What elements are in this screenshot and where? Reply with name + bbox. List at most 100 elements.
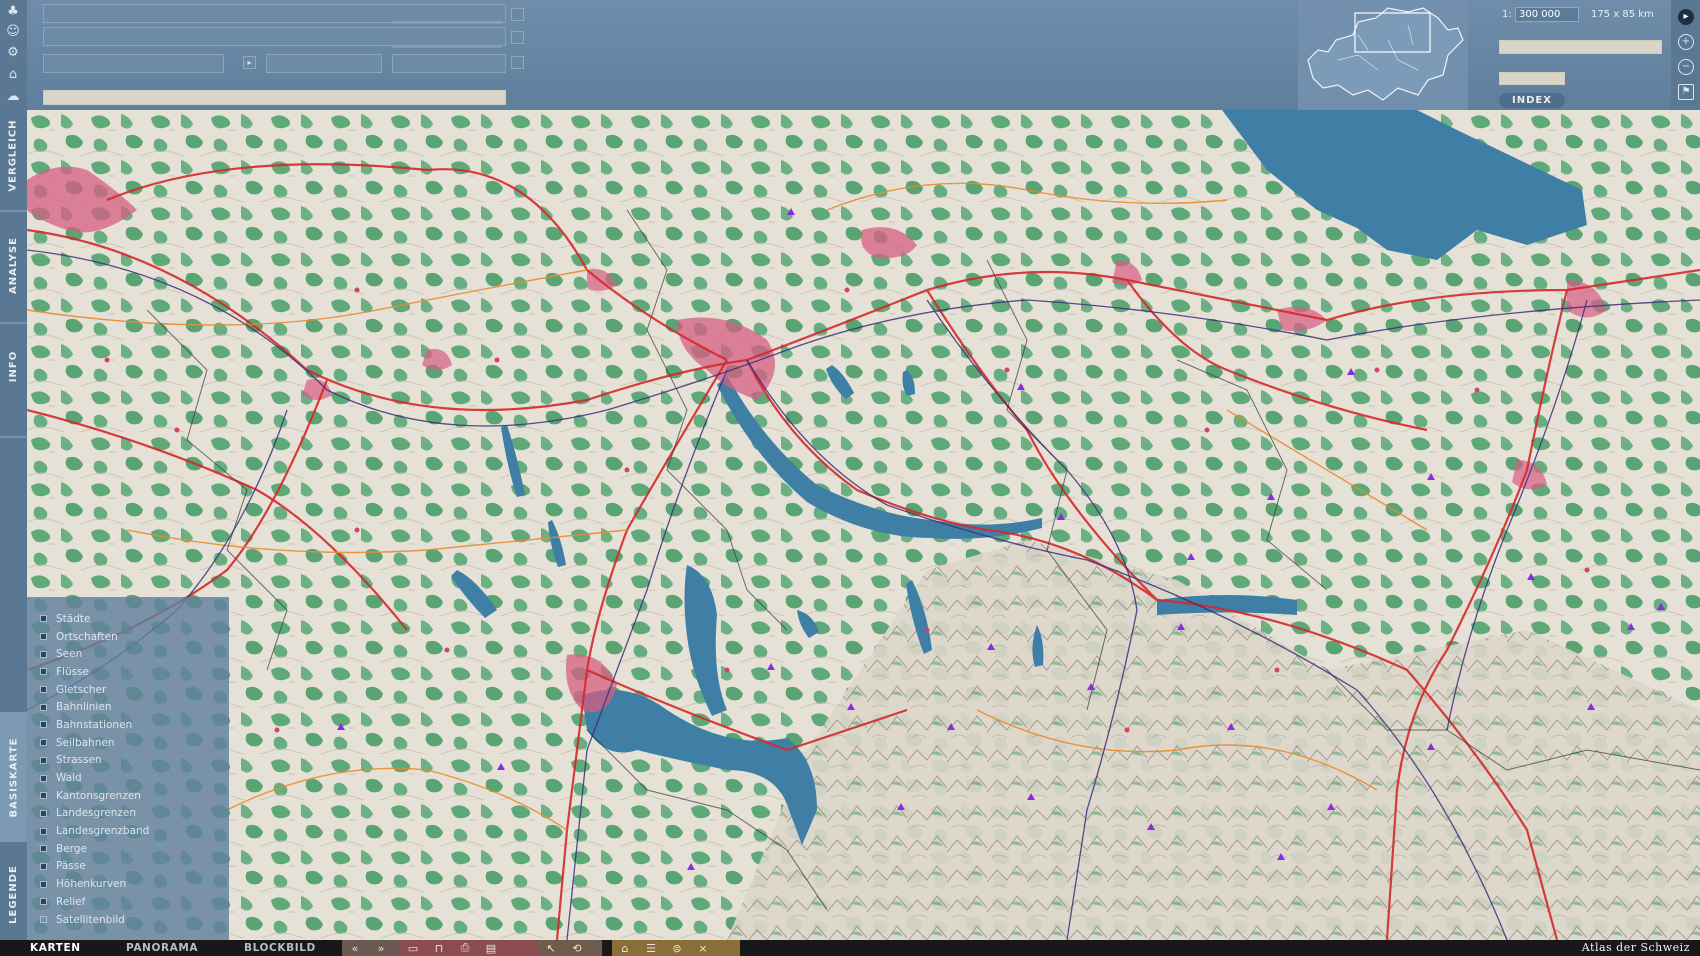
list-icon[interactable]: ☰ <box>638 942 664 955</box>
options-icon[interactable]: ⊜ <box>664 942 690 955</box>
theme-field-2[interactable] <box>43 27 506 46</box>
legend-item[interactable]: Seen <box>27 645 229 663</box>
legend-checkbox[interactable] <box>40 615 47 623</box>
legend-checkbox[interactable] <box>40 686 47 694</box>
forward-icon[interactable]: » <box>368 942 394 955</box>
cursor-icon[interactable]: ↖ <box>538 942 564 955</box>
legend-item[interactable]: Höhenkurven <box>27 875 229 893</box>
tab-divider <box>0 210 27 212</box>
legend-checkbox[interactable] <box>40 668 47 676</box>
legend-label: Berge <box>56 842 87 855</box>
theme-field-2-button[interactable] <box>511 31 524 44</box>
back-icon[interactable]: « <box>342 942 368 955</box>
tab-divider <box>0 322 27 324</box>
tab-basiskarte[interactable]: BASISKARTE <box>0 712 27 842</box>
export-icon[interactable]: ▤ <box>478 942 504 955</box>
play-icon[interactable]: ▸ <box>243 56 256 69</box>
legend-item[interactable]: Flüsse <box>27 663 229 681</box>
legend-label: Satellitenbild <box>56 913 125 926</box>
print-icon[interactable]: ⎙ <box>452 941 478 955</box>
legend-checkbox[interactable] <box>40 880 47 888</box>
legend-item[interactable]: Pässe <box>27 858 229 876</box>
filter-field-b[interactable] <box>266 54 382 73</box>
legend-label: Höhenkurven <box>56 878 127 891</box>
legend-checkbox[interactable] <box>40 633 47 641</box>
legend-label: Wald <box>56 772 82 785</box>
tab-info[interactable]: INFO <box>0 326 27 406</box>
pointer-icon[interactable]: ▸ <box>1678 9 1694 25</box>
lock-icon[interactable]: ⊓ <box>426 942 452 955</box>
scale-input[interactable]: 300 000 <box>1515 7 1579 22</box>
save-icon[interactable]: ▭ <box>400 942 426 955</box>
legend-item[interactable]: Bahnstationen <box>27 716 229 734</box>
tab-blockbild[interactable]: BLOCKBILD <box>244 940 316 956</box>
filter-options-button[interactable] <box>511 56 524 69</box>
legend-panel: Städte Ortschaften Seen Flüsse Gletscher… <box>27 597 229 940</box>
tab-legende-label: LEGENDE <box>8 864 19 924</box>
close-icon[interactable]: × <box>690 942 716 955</box>
legend-item[interactable]: Seilbahnen <box>27 734 229 752</box>
tab-info-label: INFO <box>8 350 20 382</box>
legend-checkbox[interactable] <box>40 916 47 924</box>
output-group: ▭ ⊓ ⎙ ▤ <box>400 940 538 956</box>
legend-item[interactable]: Gletscher <box>27 681 229 699</box>
legend-checkbox[interactable] <box>40 650 47 658</box>
legend-item[interactable]: Landesgrenzen <box>27 805 229 823</box>
tab-panorama[interactable]: PANORAMA <box>126 940 198 956</box>
legend-checkbox[interactable] <box>40 739 47 747</box>
legend-item[interactable]: Satellitenbild <box>27 911 229 929</box>
legend-checkbox[interactable] <box>40 756 47 764</box>
filter-field-c[interactable] <box>392 54 506 73</box>
legend-checkbox[interactable] <box>40 845 47 853</box>
atlas-app: ♣ ☺ ⚙ ⌂ ☁ ▸ 1: 300 000 175 x 85 km INDEX… <box>0 0 1700 956</box>
cloud-icon[interactable]: ☁ <box>2 87 24 105</box>
legend-label: Seen <box>56 648 83 661</box>
legend-label: Gletscher <box>56 683 107 696</box>
legend-label: Bahnlinien <box>56 701 112 714</box>
index-button[interactable]: INDEX <box>1499 93 1565 108</box>
field-hint-1 <box>392 21 502 24</box>
tab-legende[interactable]: LEGENDE <box>0 850 27 938</box>
legend-item[interactable]: Strassen <box>27 752 229 770</box>
legend-checkbox[interactable] <box>40 862 47 870</box>
zoom-in-icon[interactable]: + <box>1678 34 1694 50</box>
legend-label: Städte <box>56 612 91 625</box>
gear-icon[interactable]: ⚙ <box>2 43 24 61</box>
legend-checkbox[interactable] <box>40 792 47 800</box>
legend-item[interactable]: Bahnlinien <box>27 698 229 716</box>
extent-label: 175 x 85 km <box>1591 9 1654 20</box>
flag-icon[interactable]: ⚑ <box>1678 84 1694 100</box>
overview-map[interactable] <box>1298 0 1468 110</box>
right-rail: ▸ + − ⚑ <box>1671 0 1700 110</box>
legend-checkbox[interactable] <box>40 898 47 906</box>
settings-group: ⌂ ☰ ⊜ × <box>612 940 740 956</box>
legend-item[interactable]: Berge <box>27 840 229 858</box>
legend-checkbox[interactable] <box>40 774 47 782</box>
tab-vergleich[interactable]: VERGLEICH <box>0 110 27 200</box>
field-hint-2 <box>392 45 502 48</box>
building-icon[interactable]: ⌂ <box>2 65 24 83</box>
rotate-icon[interactable]: ⟲ <box>564 942 590 955</box>
legend-item[interactable]: Ortschaften <box>27 628 229 646</box>
legend-checkbox[interactable] <box>40 703 47 711</box>
scale-prefix: 1: <box>1502 9 1512 20</box>
tab-karten[interactable]: KARTEN <box>30 940 81 956</box>
place-search-field[interactable] <box>1499 40 1662 54</box>
legend-item[interactable]: Kantonsgrenzen <box>27 787 229 805</box>
tree-icon[interactable]: ♣ <box>2 2 24 20</box>
legend-item[interactable]: Wald <box>27 769 229 787</box>
legend-item[interactable]: Städte <box>27 610 229 628</box>
legend-checkbox[interactable] <box>40 721 47 729</box>
main-map[interactable] <box>27 110 1700 940</box>
coordinate-field[interactable] <box>1499 72 1565 85</box>
legend-checkbox[interactable] <box>40 827 47 835</box>
tab-analyse[interactable]: ANALYSE <box>0 215 27 315</box>
people-icon[interactable]: ☺ <box>2 22 24 40</box>
legend-checkbox[interactable] <box>40 809 47 817</box>
theme-field-1-button[interactable] <box>511 8 524 21</box>
home-icon[interactable]: ⌂ <box>612 942 638 955</box>
legend-item[interactable]: Landesgrenzband <box>27 822 229 840</box>
legend-item[interactable]: Relief <box>27 893 229 911</box>
zoom-out-icon[interactable]: − <box>1678 59 1694 75</box>
filter-field-a[interactable] <box>43 54 224 73</box>
